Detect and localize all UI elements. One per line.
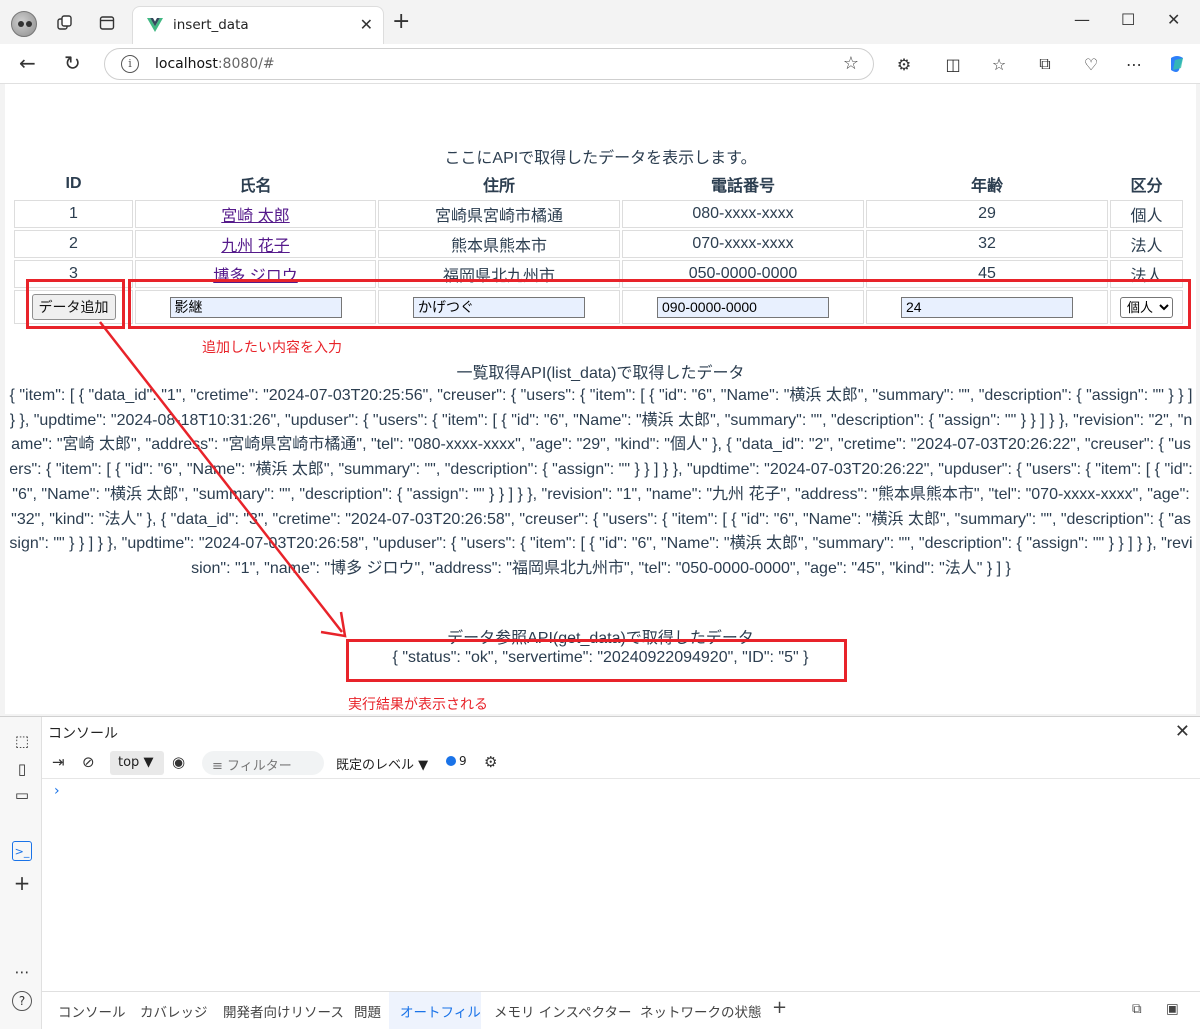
annotation-input-label: 追加したい内容を入力: [202, 340, 342, 356]
cell-tel: 080-xxxx-xxxx: [622, 200, 864, 228]
log-level-dropdown[interactable]: 既定のレベル ▼: [336, 754, 428, 773]
browser-essentials-icon[interactable]: ♡: [1080, 53, 1102, 75]
reload-icon[interactable]: ↻: [64, 52, 81, 74]
devtools-title: コンソール: [48, 726, 118, 742]
workspaces-icon[interactable]: [54, 12, 76, 34]
cell-kind: 法人: [1110, 230, 1183, 258]
cell-name: 九州 花子: [135, 230, 376, 258]
devtools-panel: ⬚ ▯ ▭ >_ + ⋯ ? コンソール ✕ ⇥ ⊘ top ▼ ◉ ≡ フィル…: [0, 716, 1200, 1029]
address-bar[interactable]: i localhost:8080/# ☆: [104, 48, 874, 80]
cell-kind: 個人: [1110, 200, 1183, 228]
console-prompt[interactable]: ›: [54, 783, 60, 799]
help-icon[interactable]: ?: [12, 991, 32, 1011]
drawer-tab-coverage[interactable]: カバレッジ: [140, 1001, 208, 1021]
drawer-tab-memory-inspector[interactable]: メモリ インスペクター: [494, 1001, 632, 1021]
live-expression-eye-icon[interactable]: ◉: [172, 753, 185, 771]
extensions-icon[interactable]: ⚙: [893, 53, 915, 75]
page-viewport: ここにAPIで取得したデータを表示します。 ID 氏名 住所 電話番号 年齢 区…: [5, 84, 1196, 714]
url-text: localhost:8080/#: [155, 56, 275, 72]
toolbar: ← ↻ i localhost:8080/# ☆ ⚙ ◫ ☆ ⧉ ♡ ⋯: [0, 44, 1200, 84]
table-row: 1 宮崎 太郎 宮崎県宮崎市橘通 080-xxxx-xxxx 29 個人: [14, 200, 1183, 228]
close-tab-icon[interactable]: ✕: [360, 15, 373, 34]
column-header-address: 住所: [482, 178, 515, 195]
dock-side-icon[interactable]: ⧉: [1132, 1001, 1142, 1017]
console-panel-icon[interactable]: >_: [12, 841, 32, 861]
message-icon: [446, 756, 456, 766]
drawer-tab-console[interactable]: コンソール: [58, 1001, 126, 1021]
cell-age: 29: [866, 200, 1108, 228]
list-data-title: 一覧取得API(list_data)で取得したデータ: [456, 365, 745, 382]
tab-actions-icon[interactable]: [96, 12, 118, 34]
annotation-result-label: 実行結果が表示される: [348, 697, 488, 713]
devtools-drawer-tabs: コンソール カバレッジ 開発者向けリソース 問題 オートフィル メモリ インスペ…: [42, 991, 1200, 1029]
console-settings-gear-icon[interactable]: ⚙: [484, 753, 497, 771]
drawer-tab-developer-resources[interactable]: 開発者向けリソース: [223, 1001, 344, 1021]
drawer-tab-network-conditions[interactable]: ネットワークの状態: [640, 1001, 762, 1021]
window-close-icon[interactable]: ✕: [1167, 10, 1180, 29]
list-data-json: { "item": [ { "data_id": "1", "cretime":…: [9, 387, 1193, 577]
cell-id: 1: [14, 200, 133, 228]
new-tab-icon[interactable]: +: [392, 11, 410, 33]
drawer-tab-autofill[interactable]: オートフィル: [400, 1001, 481, 1021]
more-tools-icon[interactable]: ⋯: [12, 962, 32, 982]
console-toolbar: ⇥ ⊘ top ▼ ◉ ≡ フィルター 既定のレベル ▼ 9 ⚙: [42, 747, 1200, 779]
devtools-close-icon[interactable]: ✕: [1175, 721, 1190, 742]
cell-tel: 070-xxxx-xxxx: [622, 230, 864, 258]
undock-icon[interactable]: ▣: [1166, 1001, 1179, 1017]
table-header-row: ID 氏名 住所 電話番号 年齢 区分: [14, 170, 1183, 198]
add-drawer-tab-icon[interactable]: +: [772, 997, 787, 1018]
cell-id: 2: [14, 230, 133, 258]
profile-avatar[interactable]: [11, 11, 37, 37]
split-screen-icon[interactable]: ◫: [942, 53, 964, 75]
page-caption: ここにAPIで取得したデータを表示します。: [444, 150, 757, 167]
column-header-age: 年齢: [970, 178, 1003, 195]
minimize-icon[interactable]: —: [1074, 10, 1090, 29]
column-header-tel: 電話番号: [710, 178, 775, 195]
vue-logo-icon: [147, 18, 163, 32]
table-row: 2 九州 花子 熊本県熊本市 070-xxxx-xxxx 32 法人: [14, 230, 1183, 258]
device-emulation-icon[interactable]: ▯: [12, 759, 32, 779]
favorites-icon[interactable]: ☆: [988, 53, 1010, 75]
devtools-activity-bar: ⬚ ▯ ▭ >_ + ⋯ ?: [0, 717, 42, 1029]
name-link[interactable]: 九州 花子: [221, 238, 289, 255]
maximize-icon[interactable]: ☐: [1121, 10, 1135, 29]
cell-address: 宮崎県宮崎市橘通: [378, 200, 620, 228]
message-count-badge[interactable]: 9: [446, 754, 467, 768]
tab-title: insert_data: [173, 17, 249, 33]
tab-insert-data[interactable]: insert_data ✕: [132, 6, 384, 44]
collections-icon[interactable]: ⧉: [1034, 53, 1056, 75]
cell-name: 宮崎 太郎: [135, 200, 376, 228]
clear-console-icon[interactable]: ⊘: [82, 753, 95, 771]
column-header-kind: 区分: [1130, 178, 1163, 195]
name-link[interactable]: 宮崎 太郎: [221, 208, 289, 225]
cell-address: 熊本県熊本市: [378, 230, 620, 258]
add-tool-icon[interactable]: +: [12, 871, 32, 895]
column-header-name: 氏名: [239, 178, 272, 195]
column-header-id: ID: [65, 175, 82, 192]
context-selector[interactable]: top ▼: [110, 751, 164, 775]
annotation-box-add-button: [26, 279, 125, 329]
favorite-star-icon[interactable]: ☆: [843, 53, 859, 74]
drawer-tab-issues[interactable]: 問題: [354, 1001, 381, 1021]
more-menu-icon[interactable]: ⋯: [1123, 53, 1145, 75]
console-filter-input[interactable]: ≡ フィルター: [202, 751, 324, 775]
tab-bar: insert_data ✕ + — ☐ ✕: [0, 0, 1200, 44]
site-info-icon[interactable]: i: [121, 55, 139, 73]
back-icon[interactable]: ←: [19, 52, 36, 74]
sidebar-toggle-icon[interactable]: ⇥: [52, 753, 65, 771]
annotation-box-result: [346, 639, 847, 682]
inspect-element-icon[interactable]: ⬚: [12, 731, 32, 751]
cell-age: 32: [866, 230, 1108, 258]
annotation-box-inputs: [128, 279, 1191, 329]
copilot-icon[interactable]: [1166, 53, 1188, 75]
welcome-panel-icon[interactable]: ▭: [12, 785, 32, 805]
